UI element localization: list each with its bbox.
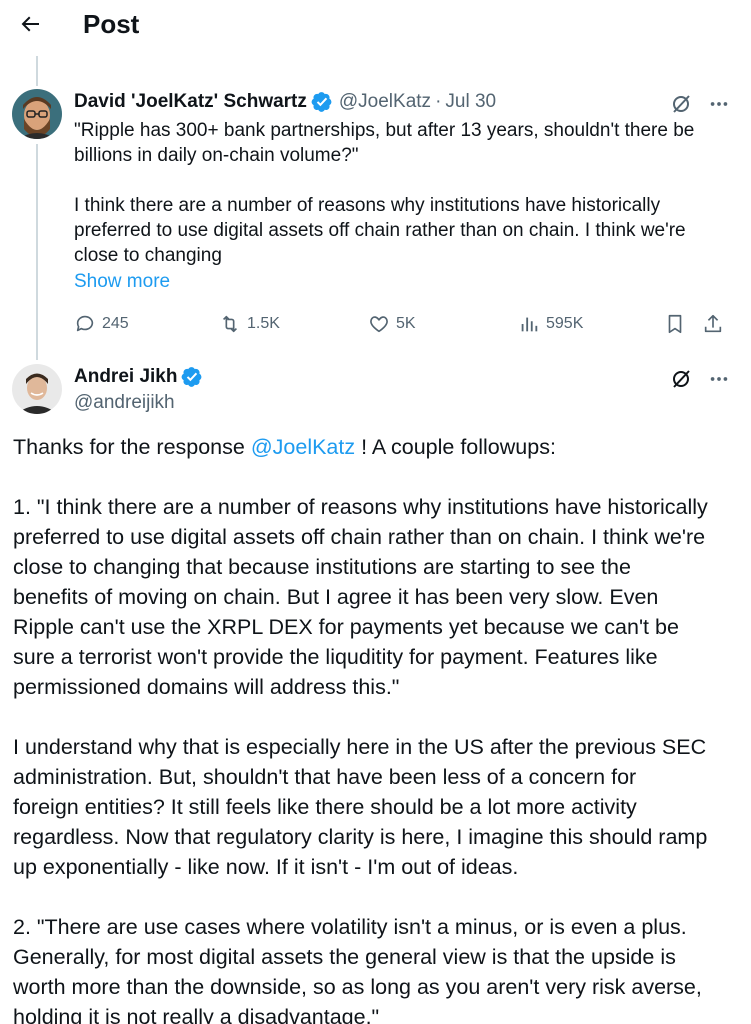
intro-suffix: ! A couple followups:: [355, 435, 556, 459]
grok-icon[interactable]: [668, 91, 694, 117]
views-button[interactable]: 595K: [518, 310, 583, 338]
separator-dot: ·: [435, 91, 442, 112]
avatar-photo-icon: [12, 364, 62, 414]
bookmark-icon: [668, 314, 682, 334]
quoted-tweet-menu: [668, 91, 732, 117]
text-line: administration. But, shouldn't that have…: [13, 765, 637, 789]
text-line: preferred to use digital assets off chai…: [13, 525, 706, 549]
thread-connector: [36, 144, 38, 360]
author-display-name[interactable]: David 'JoelKatz' Schwartz: [74, 90, 307, 114]
avatar-joelkatz[interactable]: [12, 89, 62, 139]
like-count: 5K: [396, 315, 416, 332]
repost-icon: [222, 315, 238, 333]
verified-badge-icon: [181, 366, 203, 388]
author-handle[interactable]: @andreijikh: [74, 391, 175, 415]
text-line: regardless. Now that regulatory clarity …: [13, 825, 708, 849]
like-button[interactable]: 5K: [368, 310, 416, 338]
reply-count: 245: [102, 315, 129, 332]
text-line: 1. "I think there are a number of reason…: [13, 495, 708, 519]
text-line: I think there are a number of reasons wh…: [74, 195, 661, 216]
repost-button[interactable]: 1.5K: [219, 310, 280, 338]
engagement-bar: 245 1.5K 5K 595K: [74, 310, 734, 338]
show-more-link[interactable]: Show more: [74, 270, 170, 294]
heart-icon: [370, 316, 388, 333]
reply-author-row: Andrei Jikh: [74, 365, 203, 389]
post-date[interactable]: Jul 30: [445, 90, 496, 114]
text-line: foreign entities? It still feels like th…: [13, 795, 637, 819]
reply-icon: [76, 315, 94, 332]
reply-tweet-text: Thanks for the response @JoelKatz ! A co…: [13, 432, 738, 1024]
views-chart-icon: [521, 317, 538, 332]
text-line: close to changing: [74, 245, 222, 266]
text-line: I understand why that is especially here…: [13, 735, 707, 759]
quoted-author-row: David 'JoelKatz' Schwartz @JoelKatz · Ju…: [74, 90, 496, 114]
text-line: "Ripple has 300+ bank partnerships, but …: [74, 120, 695, 141]
text-line: benefits of moving on chain. But I agree…: [13, 585, 659, 609]
text-line: billions in daily on-chain volume?": [74, 145, 359, 166]
avatar-cartoon-icon: [12, 89, 62, 139]
text-line: worth more than the downside, so as long…: [13, 975, 702, 999]
author-handle[interactable]: @JoelKatz: [339, 90, 431, 114]
intro-prefix: Thanks for the response: [13, 435, 251, 459]
bookmark-button[interactable]: [664, 310, 686, 338]
text-line: holding it is not really a disadvantage.…: [13, 1005, 380, 1024]
verified-badge-icon: [311, 91, 333, 113]
thread-connector-top: [36, 56, 38, 86]
text-line: Generally, for most digital assets the g…: [13, 945, 676, 969]
reply-button[interactable]: 245: [74, 310, 129, 338]
top-bar: Post: [0, 0, 751, 52]
reply-tweet-menu: [668, 366, 732, 392]
text-line: permissioned domains will address this.": [13, 675, 400, 699]
text-line: close to changing that because instituti…: [13, 555, 631, 579]
text-line: up exponentially - like now. If it isn't…: [13, 855, 519, 879]
view-count: 595K: [546, 315, 584, 332]
author-display-name[interactable]: Andrei Jikh: [74, 365, 177, 389]
text-line: sure a terrorist won't provide the liqud…: [13, 645, 658, 669]
text-line: 2. "There are use cases where volatility…: [13, 915, 687, 939]
page-title: Post: [83, 9, 140, 39]
share-button[interactable]: [702, 310, 724, 338]
mention-link[interactable]: @JoelKatz: [251, 435, 355, 459]
more-options-icon[interactable]: [706, 366, 732, 392]
share-icon: [704, 314, 722, 333]
text-line: Ripple can't use the XRPL DEX for paymen…: [13, 615, 679, 639]
text-line: preferred to use digital assets off chai…: [74, 220, 686, 241]
grok-icon[interactable]: [668, 366, 694, 392]
arrow-left-icon: [21, 16, 39, 32]
intro-line: Thanks for the response @JoelKatz ! A co…: [13, 432, 738, 462]
back-button[interactable]: [14, 8, 46, 40]
more-options-icon[interactable]: [706, 91, 732, 117]
repost-count: 1.5K: [247, 315, 280, 332]
quoted-tweet-text: "Ripple has 300+ bank partnerships, but …: [74, 118, 734, 268]
avatar-andreijikh[interactable]: [12, 364, 62, 414]
